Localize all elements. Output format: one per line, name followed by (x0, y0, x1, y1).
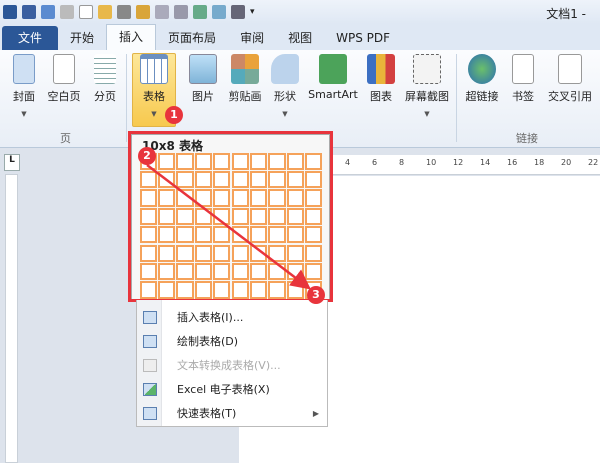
step-badge-3: 3 (307, 286, 325, 304)
step-badge-1: 1 (165, 106, 183, 124)
step-badge-2: 2 (138, 147, 156, 165)
annotation-arrow (146, 164, 311, 290)
